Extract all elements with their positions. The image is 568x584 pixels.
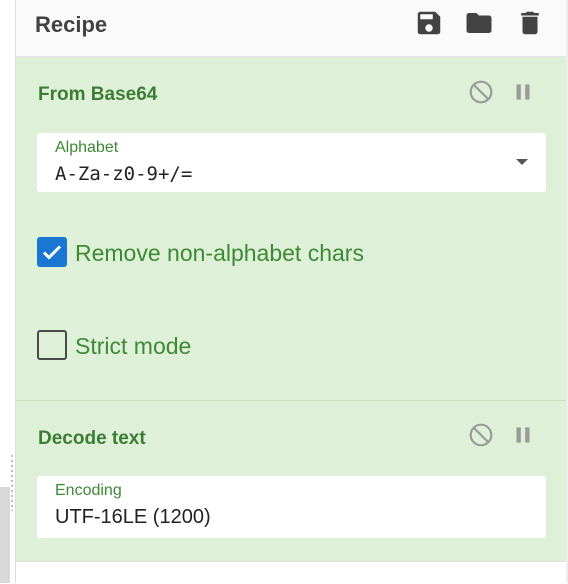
alphabet-value[interactable]: A-Za-z0-9+/= [55,163,192,185]
next-operation-area [16,561,566,584]
recipe-title: Recipe [35,12,108,37]
resize-handle[interactable] [11,455,13,511]
alphabet-label: Alphabet [55,139,119,156]
alphabet-field[interactable]: Alphabet A-Za-z0-9+/= [37,133,546,192]
remove-non-alphabet-label[interactable]: Remove non-alphabet chars [75,240,364,267]
chevron-down-icon[interactable] [516,159,528,165]
pause-icon[interactable] [510,422,536,448]
disable-icon[interactable] [468,79,494,105]
disable-icon[interactable] [468,422,494,448]
operation-title: Decode text [38,428,146,449]
save-icon[interactable] [414,8,444,38]
encoding-label: Encoding [55,482,122,499]
operation-decode-text[interactable]: Decode text Encoding UTF-16LE (1200) [16,401,566,561]
operation-from-base64[interactable]: From Base64 Alphabet A-Za-z0-9+/= Remove… [16,57,566,401]
strict-mode-checkbox[interactable] [37,330,67,360]
encoding-value[interactable]: UTF-16LE (1200) [55,506,211,529]
left-pane-edge [0,0,16,583]
remove-non-alphabet-checkbox[interactable] [37,237,67,267]
recipe-header: Recipe [16,0,566,57]
folder-icon[interactable] [464,8,494,38]
operation-title: From Base64 [38,84,158,105]
pause-icon[interactable] [510,79,536,105]
encoding-field[interactable]: Encoding UTF-16LE (1200) [37,476,546,538]
trash-icon[interactable] [515,8,545,38]
strict-mode-label[interactable]: Strict mode [75,333,191,360]
left-pane-scrollbar[interactable] [0,487,10,583]
